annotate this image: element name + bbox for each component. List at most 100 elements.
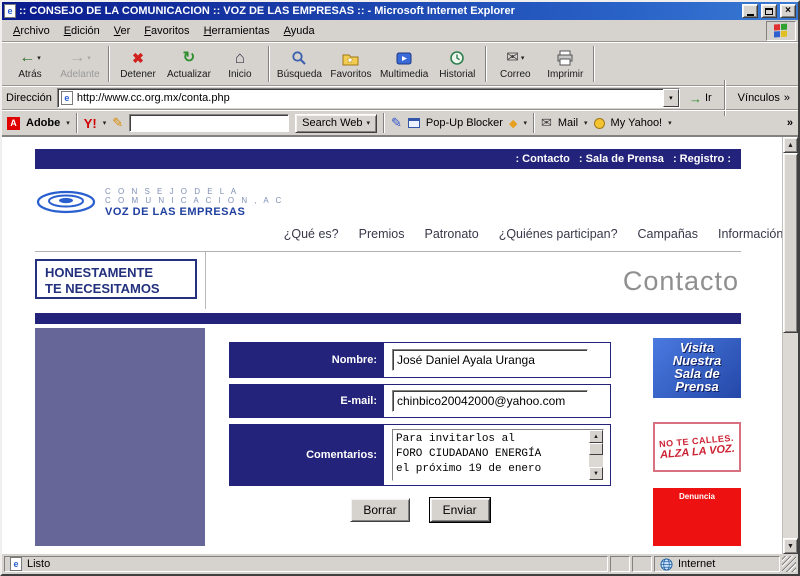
- companion-mail-icon: ✉: [541, 115, 552, 131]
- mail-button[interactable]: ✉▾ Correo: [490, 44, 540, 84]
- borrar-button[interactable]: Borrar: [350, 498, 409, 522]
- links-menu[interactable]: Vínculos »: [734, 92, 794, 104]
- back-dropdown-icon[interactable]: ▾: [37, 54, 41, 62]
- vertical-scrollbar[interactable]: ▲ ▼: [782, 137, 798, 554]
- mail-dropdown-icon[interactable]: ▾: [521, 54, 525, 62]
- mail-menu-dropdown-icon[interactable]: ▾: [584, 119, 588, 127]
- refresh-button[interactable]: ↻ Actualizar: [163, 44, 215, 84]
- textarea-scroll-track[interactable]: [589, 455, 603, 467]
- forward-icon: →: [69, 49, 85, 67]
- status-mini-pane: [632, 556, 652, 572]
- menu-ayuda[interactable]: Ayuda: [277, 21, 322, 41]
- adobe-dropdown-icon[interactable]: ▾: [66, 119, 70, 127]
- favorites-button[interactable]: Favoritos: [326, 44, 376, 84]
- site-container: : Contacto : Sala de Prensa : Registro :…: [35, 149, 741, 546]
- site-logo[interactable]: C O N S E J O D E L A C O M U N I C A C …: [35, 179, 284, 225]
- companion-toolbar: A Adobe ▾ Y! ▾ ✎ Search Web▾ ✎ Pop-Up Bl…: [2, 110, 798, 136]
- companion-overflow-chevron[interactable]: »: [787, 117, 793, 129]
- toolbar-separator: [268, 46, 270, 82]
- address-input[interactable]: e http://www.cc.org.mx/conta.php ▾: [57, 88, 680, 108]
- home-button[interactable]: ⌂ Inicio: [215, 44, 265, 84]
- nombre-field-cell: [384, 343, 610, 377]
- textarea-scroll-down-icon[interactable]: ▼: [589, 467, 603, 480]
- my-yahoo-menu[interactable]: My Yahoo!: [611, 117, 663, 129]
- popup-blocker-menu[interactable]: Pop-Up Blocker: [426, 117, 503, 129]
- comentarios-field-cell: Para invitarlos al FORO CIUDADANO ENERGÍ…: [384, 425, 610, 485]
- nav-premios[interactable]: Premios: [359, 227, 405, 241]
- links-label: Vínculos: [738, 92, 780, 104]
- nav-quienes-participan[interactable]: ¿Quiénes participan?: [499, 227, 618, 241]
- ie-e-glyph: e: [7, 6, 12, 16]
- yahoo-dropdown-icon[interactable]: ▾: [103, 119, 107, 127]
- home-icon: ⌂: [235, 49, 245, 67]
- scrollbar-down-icon[interactable]: ▼: [783, 538, 798, 554]
- nav-informacion-general[interactable]: Información General: [718, 227, 782, 241]
- nav-patronato[interactable]: Patronato: [424, 227, 478, 241]
- banner-section: HONESTAMENTE TE NECESITAMOS Contacto: [35, 251, 741, 309]
- companion-mail-menu[interactable]: Mail: [558, 117, 578, 129]
- topbar-link-sala-de-prensa[interactable]: : Sala de Prensa: [579, 153, 667, 165]
- menu-edicion[interactable]: Edición: [57, 21, 107, 41]
- history-button[interactable]: Historial: [432, 44, 482, 84]
- yahoo-search-input[interactable]: [129, 114, 289, 132]
- search-web-button[interactable]: Search Web▾: [295, 114, 377, 133]
- history-icon: [449, 50, 465, 66]
- yahoo-logo[interactable]: Y!: [84, 116, 97, 131]
- textarea-scroll-up-icon[interactable]: ▲: [589, 430, 603, 443]
- nav-campanas[interactable]: Campañas: [638, 227, 698, 241]
- pencil-icon[interactable]: ✎: [112, 115, 123, 131]
- maximize-icon: [765, 8, 773, 15]
- stop-button[interactable]: ✖ Detener: [113, 44, 163, 84]
- email-input[interactable]: [392, 390, 588, 412]
- search-button[interactable]: Búsqueda: [273, 44, 326, 84]
- menu-herramientas[interactable]: Herramientas: [197, 21, 277, 41]
- scrollbar-up-icon[interactable]: ▲: [783, 137, 798, 153]
- popup-blocker-icon: [408, 118, 420, 128]
- media-button[interactable]: Multimedia: [376, 44, 432, 84]
- topbar-link-registro[interactable]: : Registro :: [673, 153, 731, 165]
- favorites-label: Favoritos: [330, 69, 371, 80]
- history-label: Historial: [439, 69, 475, 80]
- forward-dropdown-icon[interactable]: ▾: [87, 54, 91, 62]
- menu-archivo[interactable]: Archivo: [6, 21, 57, 41]
- forward-button[interactable]: →▾ Adelante: [55, 44, 105, 84]
- adobe-menu[interactable]: Adobe: [26, 117, 60, 129]
- promo-column: Visita Nuestra Sala de Prensa NO TE CALL…: [653, 328, 741, 546]
- resize-grip[interactable]: [782, 556, 796, 572]
- adobe-logo-icon: A: [7, 117, 20, 130]
- sala-de-prensa-banner[interactable]: Visita Nuestra Sala de Prensa: [653, 338, 741, 398]
- textarea-scroll-thumb[interactable]: [589, 443, 603, 455]
- no-te-calles-banner[interactable]: NO TE CALLES. ALZA LA VOZ.: [653, 422, 741, 472]
- minimize-button[interactable]: [742, 4, 758, 18]
- go-button[interactable]: → Ir: [685, 91, 716, 106]
- my-yahoo-dropdown-icon[interactable]: ▾: [668, 119, 672, 127]
- titlebar[interactable]: e :: CONSEJO DE LA COMUNICACION :: VOZ D…: [2, 2, 798, 20]
- stop-label: Detener: [120, 69, 156, 80]
- back-button[interactable]: ←▾ Atrás: [5, 44, 55, 84]
- topbar-link-contacto[interactable]: : Contacto: [515, 153, 572, 165]
- back-label: Atrás: [18, 69, 41, 80]
- comentarios-textarea[interactable]: Para invitarlos al FORO CIUDADANO ENERGÍ…: [393, 430, 589, 480]
- diamond-dropdown-icon[interactable]: ▾: [523, 119, 527, 127]
- web-page: : Contacto : Sala de Prensa : Registro :…: [2, 137, 748, 546]
- denuncia-banner[interactable]: Denuncia: [653, 488, 741, 546]
- address-dropdown-button[interactable]: ▾: [663, 89, 679, 107]
- edit-pencil-icon[interactable]: ✎: [391, 115, 402, 131]
- nombre-input[interactable]: [392, 349, 588, 371]
- textarea-scrollbar[interactable]: ▲ ▼: [589, 430, 603, 480]
- print-button[interactable]: Imprimir: [540, 44, 590, 84]
- window-title: :: CONSEJO DE LA COMUNICACION :: VOZ DE …: [19, 5, 739, 17]
- maximize-button[interactable]: [761, 4, 777, 18]
- menu-favoritos[interactable]: Favoritos: [137, 21, 196, 41]
- contact-form-section: Nombre: E-mail:: [35, 324, 741, 546]
- diamond-icon[interactable]: ◆: [509, 117, 517, 130]
- nav-que-es[interactable]: ¿Qué es?: [284, 227, 339, 241]
- search-label: Búsqueda: [277, 69, 322, 80]
- scrollbar-track[interactable]: [783, 333, 798, 538]
- media-label: Multimedia: [380, 69, 428, 80]
- close-button[interactable]: ×: [780, 4, 796, 18]
- search-web-dropdown-icon[interactable]: ▾: [367, 119, 371, 127]
- scrollbar-thumb[interactable]: [783, 153, 798, 333]
- enviar-button[interactable]: Enviar: [430, 498, 490, 522]
- menu-ver[interactable]: Ver: [107, 21, 138, 41]
